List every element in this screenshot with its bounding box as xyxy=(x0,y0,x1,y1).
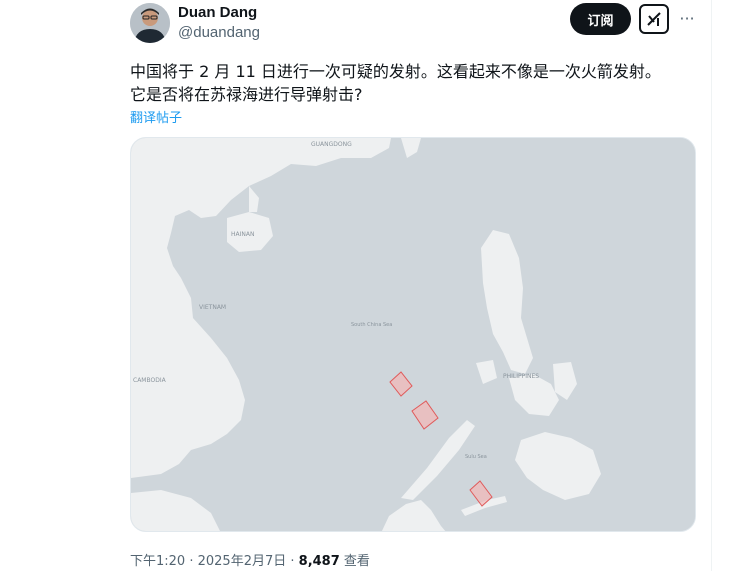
map-label-vietnam: VIETNAM xyxy=(199,304,226,311)
right-rail xyxy=(712,0,753,571)
author-handle[interactable]: @duandang xyxy=(178,24,260,41)
views-count: 8,487 xyxy=(298,554,340,569)
grok-icon[interactable] xyxy=(639,4,669,34)
tweet-time[interactable]: 下午1:20 xyxy=(130,554,185,569)
tweet-text-line-1: 中国将于 2 月 11 日进行一次可疑的发射。这看起来不像是一次火箭发射。 xyxy=(130,62,661,81)
views-label: 查看 xyxy=(343,554,370,569)
follow-button[interactable]: 订阅 xyxy=(570,3,631,35)
map-label-hainan: HAINAN xyxy=(231,231,254,238)
translate-link[interactable]: 翻译帖子 xyxy=(130,107,182,126)
tweet-text-line-2: 它是否将在苏禄海进行导弹射击? xyxy=(130,85,363,104)
map-label-guangdong: GUANGDONG xyxy=(311,141,352,148)
map-image[interactable]: GUANGDONG HAINAN VIETNAM CAMBODIA PHILIP… xyxy=(130,137,696,532)
tweet-date[interactable]: 2025年2月7日 xyxy=(198,554,287,569)
avatar[interactable] xyxy=(130,3,170,43)
map-label-philippines: PHILIPPINES xyxy=(503,373,539,380)
meta-separator: · xyxy=(290,554,299,569)
meta-separator: · xyxy=(189,554,198,569)
map-label-sulu-sea: Sulu Sea xyxy=(465,454,487,460)
map-label-south-china-sea: South China Sea xyxy=(351,322,392,328)
more-icon[interactable]: ··· xyxy=(677,8,697,28)
tweet-meta: 下午1:20 · 2025年2月7日 · 8,487 查看 xyxy=(130,550,370,569)
author-name[interactable]: Duan Dang xyxy=(178,4,257,21)
map-label-cambodia: CAMBODIA xyxy=(133,377,167,384)
tweet-text: 中国将于 2 月 11 日进行一次可疑的发射。这看起来不像是一次火箭发射。 它是… xyxy=(130,60,695,106)
